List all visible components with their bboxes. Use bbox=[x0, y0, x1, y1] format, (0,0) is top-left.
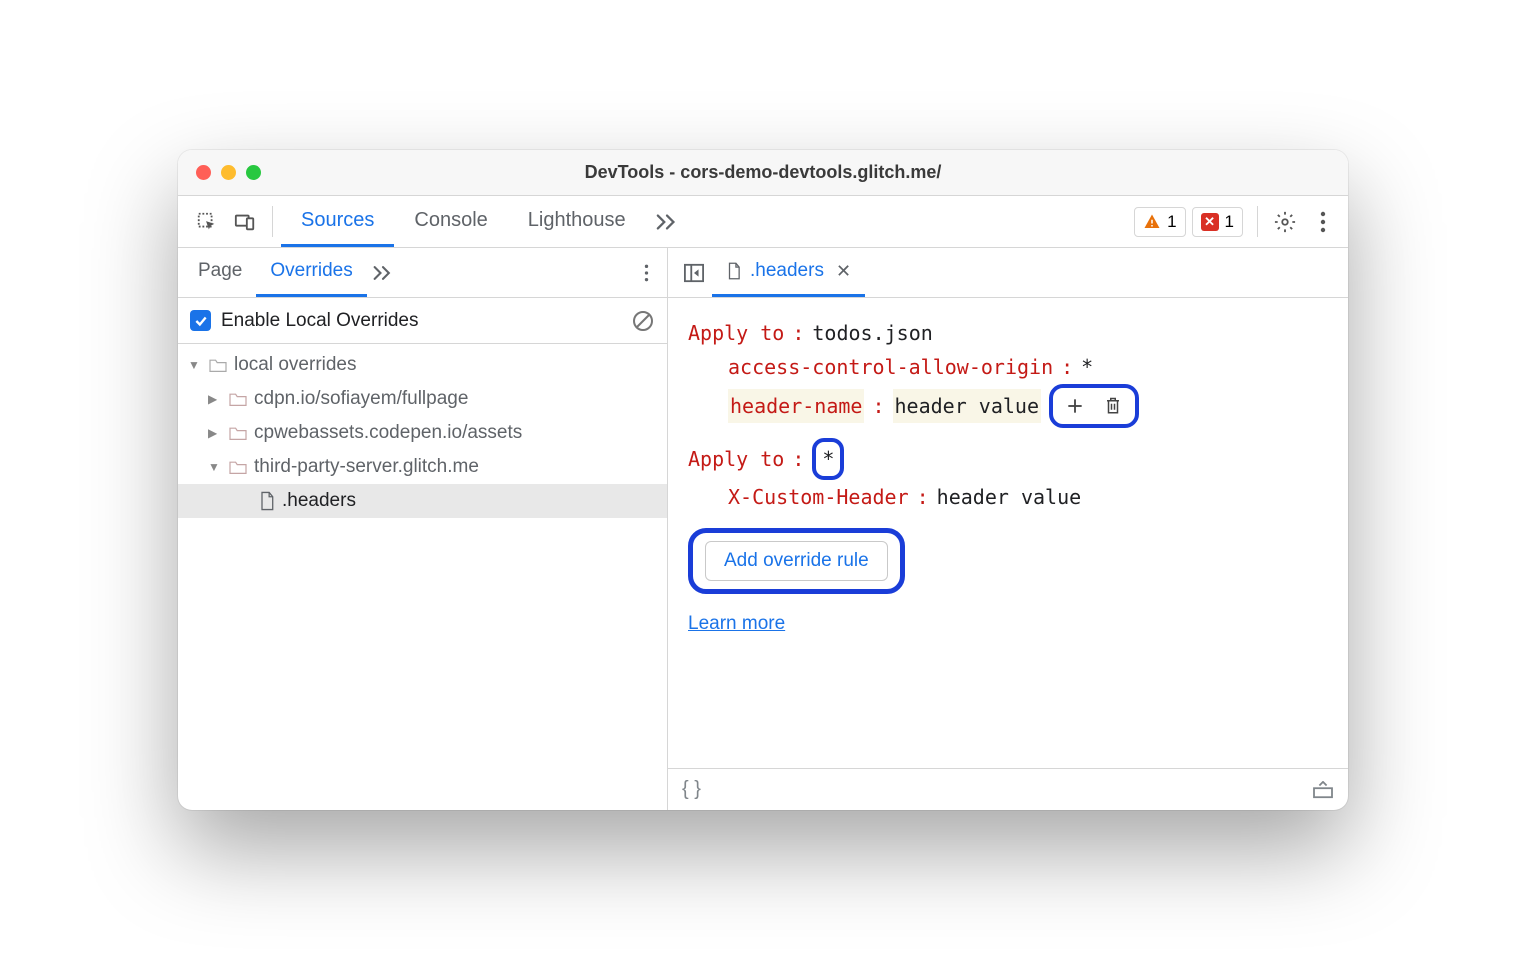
header-line: header-name: header value bbox=[688, 384, 1328, 428]
warning-count: 1 bbox=[1167, 212, 1176, 232]
warning-icon bbox=[1143, 213, 1161, 231]
tree-root-label: local overrides bbox=[234, 354, 357, 376]
folder-icon bbox=[228, 391, 248, 407]
window-title: DevTools - cors-demo-devtools.glitch.me/ bbox=[178, 162, 1348, 183]
main-tabs: Sources Console Lighthouse bbox=[281, 196, 688, 247]
traffic-lights bbox=[178, 165, 261, 180]
navigator-subtabs: Page Overrides bbox=[178, 248, 667, 298]
format-code-icon[interactable]: { } bbox=[682, 778, 701, 801]
editor-tabbar: .headers ✕ bbox=[668, 248, 1348, 298]
apply-to-label: Apply to bbox=[688, 442, 784, 476]
inspect-element-icon[interactable] bbox=[188, 196, 226, 247]
settings-icon[interactable] bbox=[1266, 196, 1304, 247]
header-name[interactable]: access-control-allow-origin bbox=[728, 350, 1053, 384]
tree-file-label: .headers bbox=[282, 490, 356, 512]
tree-item[interactable]: ▶ cpwebassets.codepen.io/assets bbox=[178, 416, 667, 450]
more-tabs-icon[interactable] bbox=[646, 196, 688, 247]
device-toolbar-icon[interactable] bbox=[226, 196, 264, 247]
apply-to-label: Apply to bbox=[688, 316, 784, 350]
editor-tab-headers[interactable]: .headers ✕ bbox=[712, 248, 865, 297]
tree-item[interactable]: ▶ cdpn.io/sofiayem/fullpage bbox=[178, 382, 667, 416]
apply-to-value[interactable]: todos.json bbox=[812, 316, 932, 350]
subtab-overrides[interactable]: Overrides bbox=[256, 248, 366, 297]
enable-overrides-checkbox[interactable] bbox=[190, 310, 211, 331]
main-toolbar: Sources Console Lighthouse 1 ✕ 1 bbox=[178, 196, 1348, 248]
tab-console[interactable]: Console bbox=[394, 196, 507, 247]
subtab-page[interactable]: Page bbox=[184, 248, 256, 297]
error-count: 1 bbox=[1225, 212, 1234, 232]
zoom-window-button[interactable] bbox=[246, 165, 261, 180]
close-tab-icon[interactable]: ✕ bbox=[836, 261, 851, 282]
highlight-ring bbox=[1049, 384, 1139, 428]
folder-icon bbox=[228, 459, 248, 475]
enable-overrides-row: Enable Local Overrides bbox=[178, 298, 667, 344]
add-header-icon[interactable] bbox=[1061, 392, 1089, 420]
header-value[interactable]: * bbox=[1081, 350, 1093, 384]
header-name[interactable]: header-name bbox=[728, 389, 864, 423]
error-icon: ✕ bbox=[1201, 213, 1219, 231]
more-menu-icon[interactable] bbox=[1304, 196, 1342, 247]
tree-item-label: cdpn.io/sofiayem/fullpage bbox=[254, 388, 468, 410]
tree-item-label: third-party-server.glitch.me bbox=[254, 456, 479, 478]
issues-badges: 1 ✕ 1 bbox=[1134, 196, 1249, 247]
header-line: X-Custom-Header: header value bbox=[688, 480, 1328, 514]
add-override-rule-button[interactable]: Add override rule bbox=[705, 541, 888, 581]
editor-tab-label: .headers bbox=[750, 260, 824, 282]
header-value[interactable]: header value bbox=[937, 480, 1082, 514]
highlight-ring: Add override rule bbox=[688, 528, 905, 594]
warnings-badge[interactable]: 1 bbox=[1134, 207, 1185, 237]
devtools-window: DevTools - cors-demo-devtools.glitch.me/… bbox=[178, 150, 1348, 810]
titlebar: DevTools - cors-demo-devtools.glitch.me/ bbox=[178, 150, 1348, 196]
navigator-more-icon[interactable] bbox=[631, 248, 661, 297]
chevron-right-icon: ▶ bbox=[208, 426, 222, 440]
file-tree: ▼ local overrides ▶ cdpn.io/sofiayem/ful… bbox=[178, 344, 667, 810]
drawer-toggle-icon[interactable] bbox=[1312, 781, 1334, 799]
tree-item-label: cpwebassets.codepen.io/assets bbox=[254, 422, 522, 444]
header-value[interactable]: header value bbox=[893, 389, 1042, 423]
clear-overrides-icon[interactable] bbox=[631, 309, 655, 333]
highlight-ring: * bbox=[812, 438, 844, 480]
chevron-down-icon: ▼ bbox=[188, 358, 202, 372]
chevron-right-icon: ▶ bbox=[208, 392, 222, 406]
file-icon bbox=[726, 262, 742, 280]
chevron-down-icon: ▼ bbox=[208, 460, 222, 474]
folder-icon bbox=[208, 357, 228, 373]
minimize-window-button[interactable] bbox=[221, 165, 236, 180]
apply-to-value[interactable]: * bbox=[822, 447, 834, 471]
more-subtabs-icon[interactable] bbox=[367, 248, 399, 297]
tab-sources[interactable]: Sources bbox=[281, 196, 394, 247]
toggle-navigator-icon[interactable] bbox=[676, 248, 712, 297]
editor-content[interactable]: Apply to: todos.json access-control-allo… bbox=[668, 298, 1348, 768]
tab-lighthouse[interactable]: Lighthouse bbox=[508, 196, 646, 247]
tree-root[interactable]: ▼ local overrides bbox=[178, 348, 667, 382]
tree-item[interactable]: ▼ third-party-server.glitch.me bbox=[178, 450, 667, 484]
errors-badge[interactable]: ✕ 1 bbox=[1192, 207, 1243, 237]
editor-footer: { } bbox=[668, 768, 1348, 810]
delete-header-icon[interactable] bbox=[1099, 392, 1127, 420]
navigator-panel: Page Overrides Enable Local Overrides bbox=[178, 248, 668, 810]
learn-more-link[interactable]: Learn more bbox=[688, 608, 785, 640]
close-window-button[interactable] bbox=[196, 165, 211, 180]
enable-overrides-label: Enable Local Overrides bbox=[221, 310, 419, 332]
header-name[interactable]: X-Custom-Header bbox=[728, 480, 909, 514]
apply-to-line: Apply to: * bbox=[688, 438, 1328, 480]
tree-file-selected[interactable]: .headers bbox=[178, 484, 667, 518]
file-icon bbox=[258, 491, 276, 511]
separator bbox=[1257, 206, 1258, 237]
header-line: access-control-allow-origin: * bbox=[688, 350, 1328, 384]
folder-icon bbox=[228, 425, 248, 441]
separator bbox=[272, 206, 273, 237]
editor-panel: .headers ✕ Apply to: todos.json access-c… bbox=[668, 248, 1348, 810]
apply-to-line: Apply to: todos.json bbox=[688, 316, 1328, 350]
